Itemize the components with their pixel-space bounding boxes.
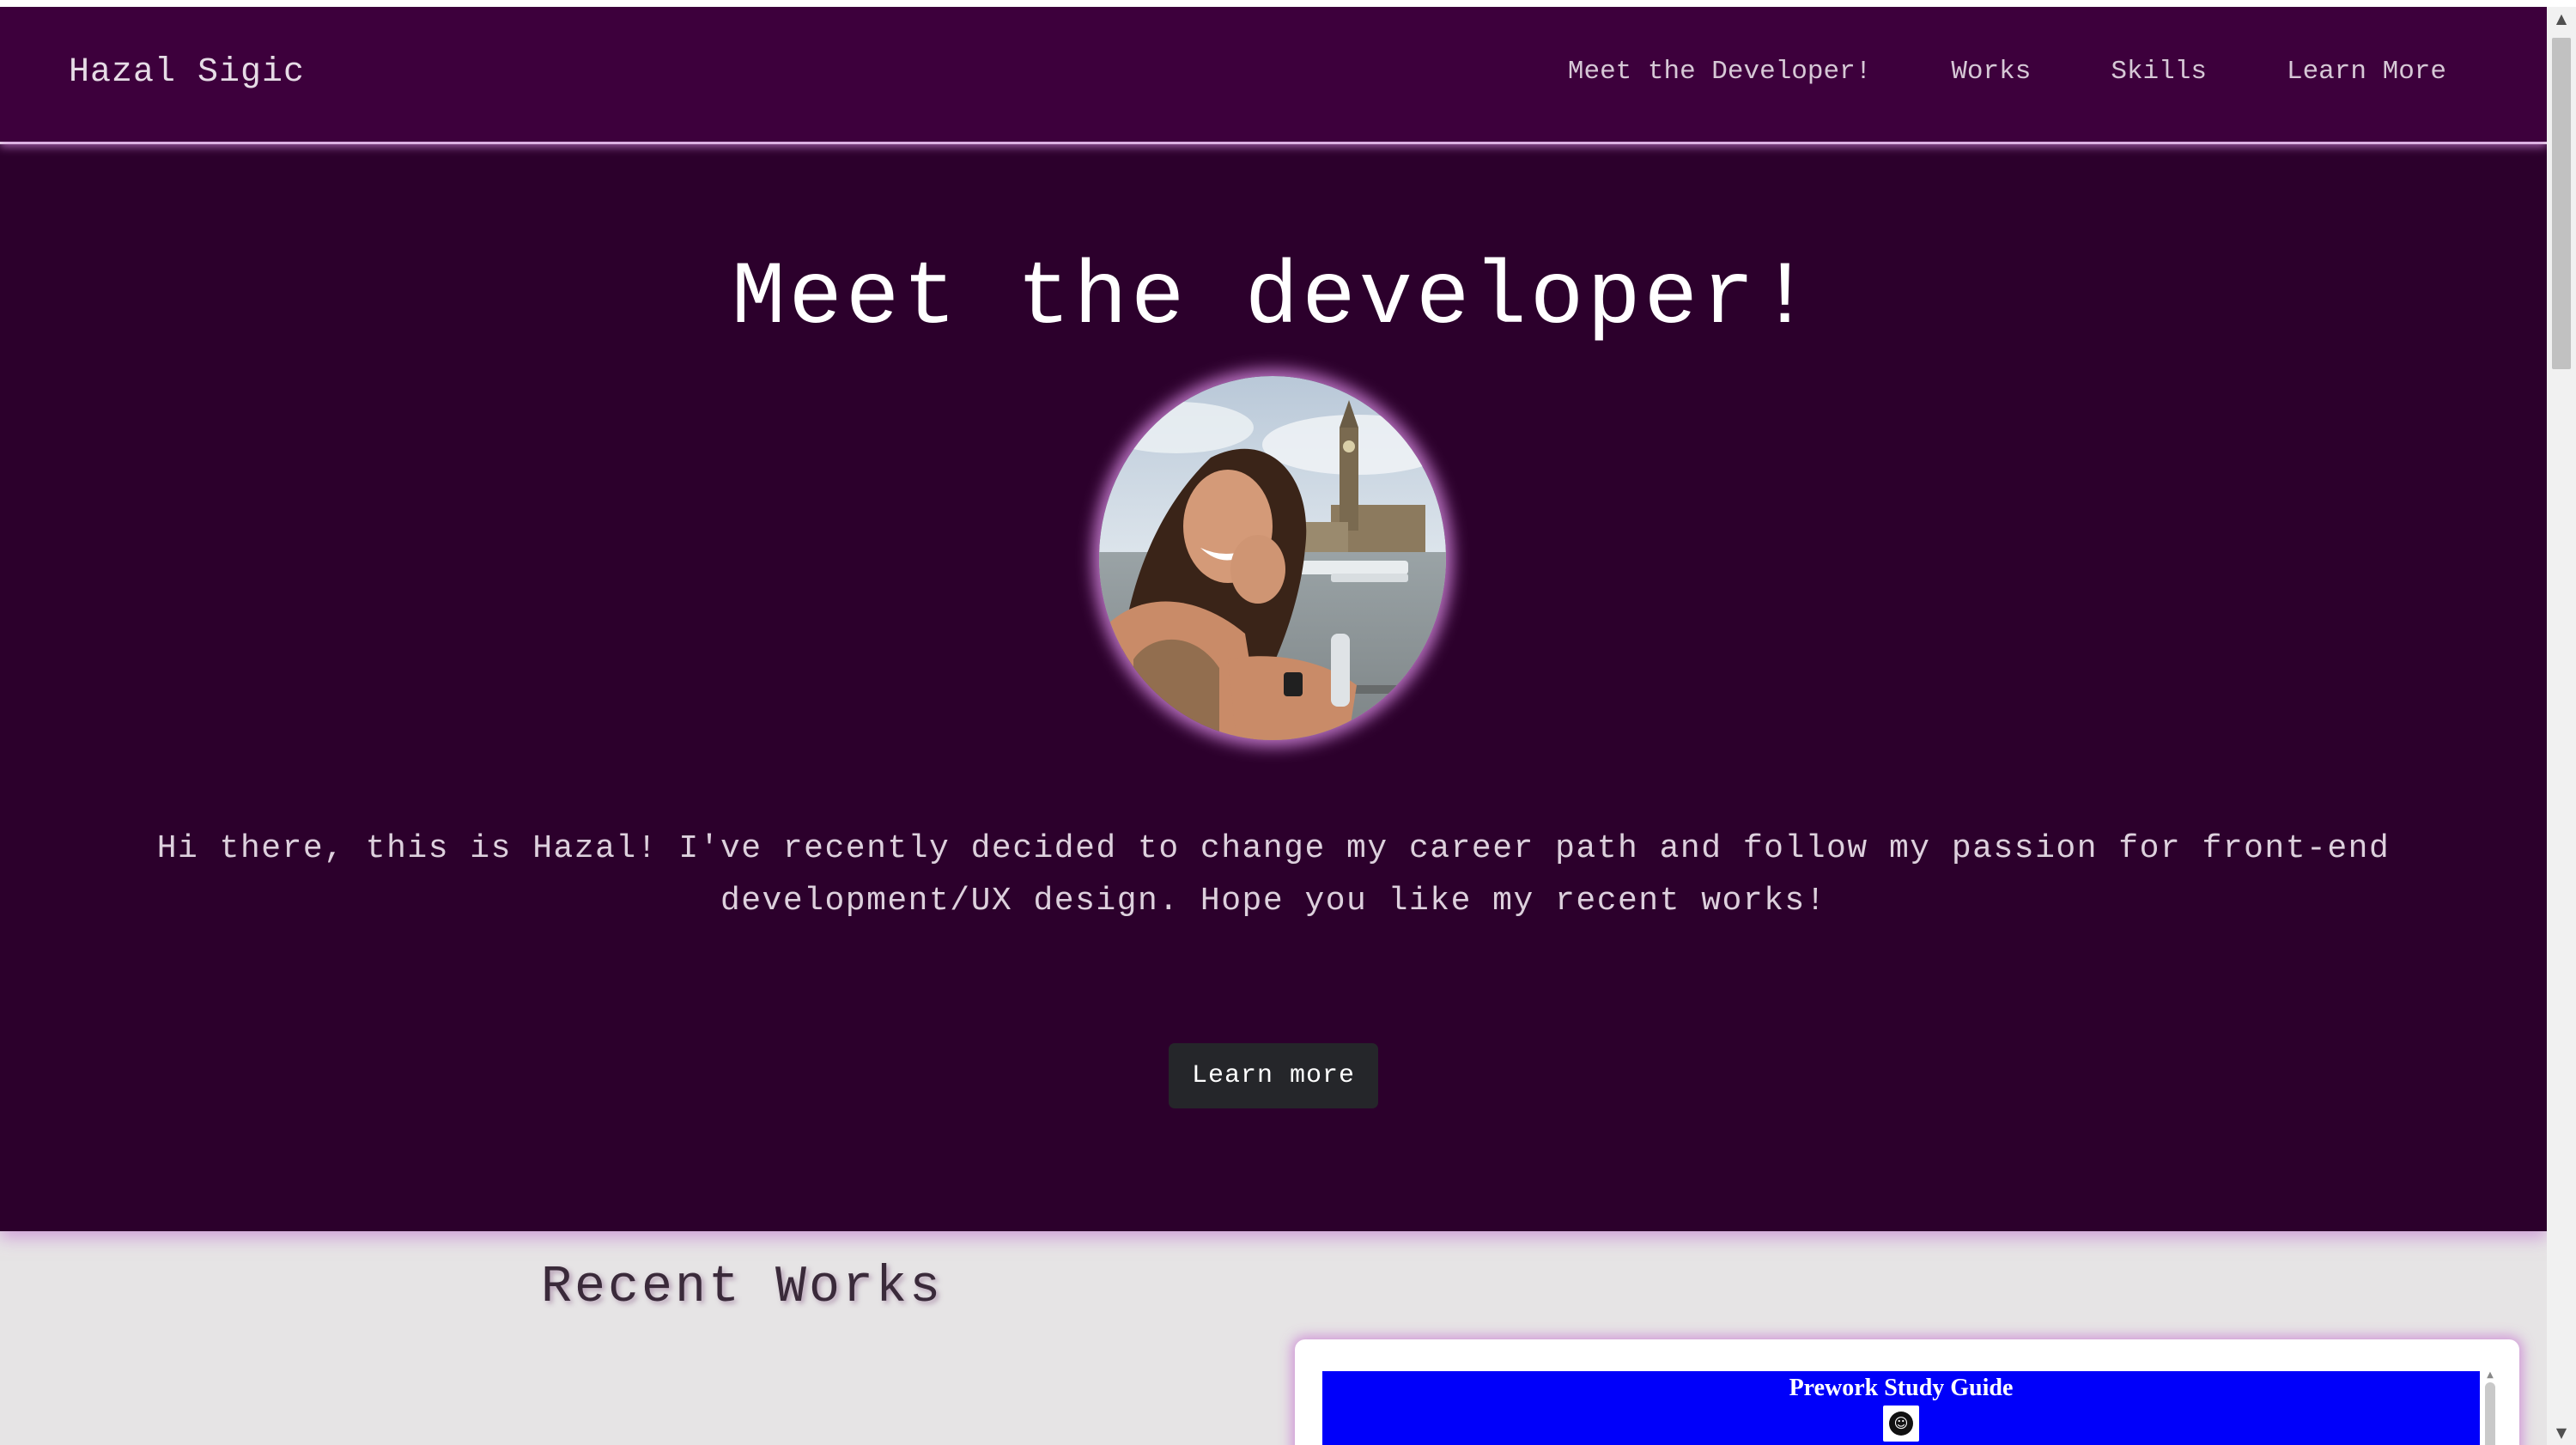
profile-photo-image xyxy=(1099,376,1446,740)
work-preview[interactable]: Prework Study Guide ☺ xyxy=(1322,1371,2480,1445)
nav-link-works[interactable]: Works xyxy=(1951,57,2031,87)
hero-description: Hi there, this is Hazal! I've recently d… xyxy=(156,830,2391,920)
github-icon: ☺ xyxy=(1883,1406,1919,1442)
avatar xyxy=(1099,376,1446,740)
nav-link-skills[interactable]: Skills xyxy=(2111,57,2207,87)
work-card[interactable]: Prework Study Guide ☺ ▲ xyxy=(1295,1339,2519,1445)
scroll-down-icon[interactable]: ▼ xyxy=(2547,1421,2576,1445)
hero-section: Meet the developer! Hi there, this is Ha… xyxy=(0,144,2547,1231)
nav-links: Meet the Developer! Works Skills Learn M… xyxy=(1568,57,2446,87)
brand-name[interactable]: Hazal Sigic xyxy=(69,53,305,92)
preview-scroll-up-icon[interactable]: ▲ xyxy=(2485,1370,2495,1381)
window-scrollbar[interactable]: ▲ ▼ xyxy=(2547,7,2576,1445)
page: Hazal Sigic Meet the Developer! Works Sk… xyxy=(0,7,2547,1445)
nav-link-learn-more[interactable]: Learn More xyxy=(2287,57,2446,87)
navbar: Hazal Sigic Meet the Developer! Works Sk… xyxy=(0,7,2547,142)
recent-works-title: Recent Works xyxy=(541,1259,944,1317)
scroll-thumb[interactable] xyxy=(2552,38,2571,369)
learn-more-button[interactable]: Learn more xyxy=(1169,1043,1378,1108)
preview-title: Prework Study Guide xyxy=(1789,1375,2014,1401)
hero-title: Meet the developer! xyxy=(732,248,1815,349)
scroll-up-icon[interactable]: ▲ xyxy=(2547,7,2576,31)
nav-link-meet-the-developer[interactable]: Meet the Developer! xyxy=(1568,57,1871,87)
preview-scrollbar[interactable] xyxy=(2485,1382,2495,1445)
